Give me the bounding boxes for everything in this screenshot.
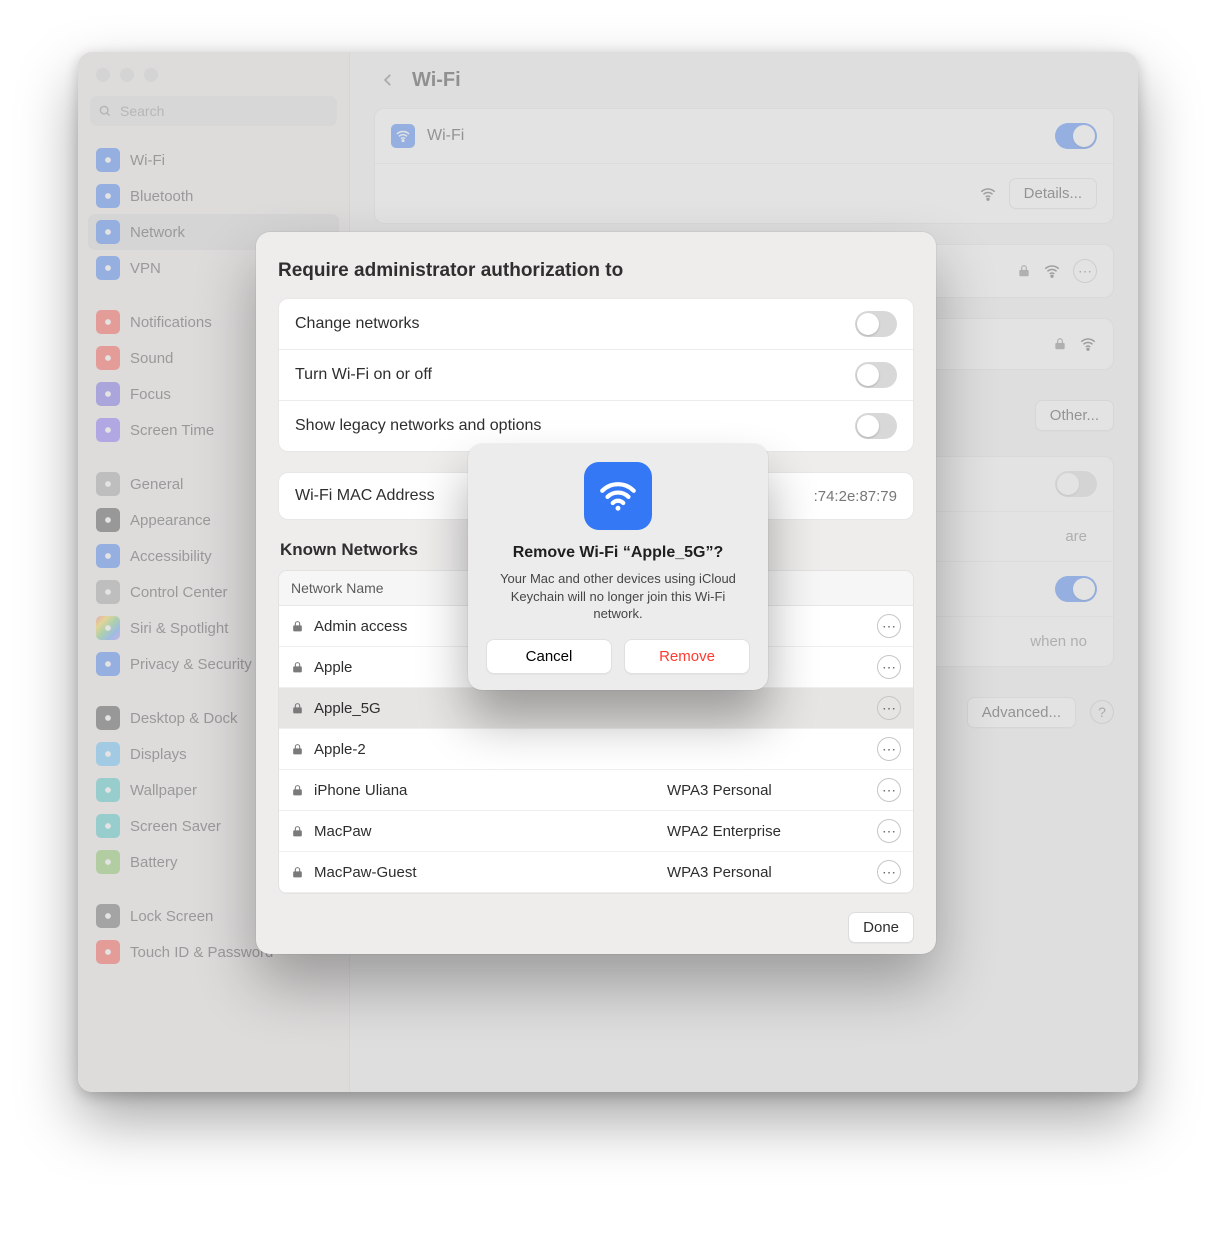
table-row[interactable]: Apple-2 ⋯ [279,729,913,770]
toggle-legacy[interactable] [855,413,897,439]
cell-security: WPA3 Personal [655,774,865,807]
remove-network-dialog: Remove Wi-Fi “Apple_5G”? Your Mac and ot… [468,444,768,690]
row-options-button[interactable]: ⋯ [877,778,901,802]
sheet-title: Require administrator authorization to [278,260,914,282]
col-options [865,571,913,605]
row-label: Change networks [295,315,420,333]
system-settings-window: Search Wi-FiBluetoothNetworkVPNNotificat… [78,52,1138,1092]
cell-name: MacPaw-Guest [279,856,655,889]
cancel-button[interactable]: Cancel [486,639,612,674]
row-options-button[interactable]: ⋯ [877,860,901,884]
done-button[interactable]: Done [848,912,914,943]
mac-value: :74:2e:87:79 [814,488,897,505]
row-options-button[interactable]: ⋯ [877,819,901,843]
cell-security [655,741,865,757]
table-row[interactable]: MacPawWPA2 Enterprise ⋯ [279,811,913,852]
toggle-wifi-onoff[interactable] [855,362,897,388]
cell-name: iPhone Uliana [279,774,655,807]
cell-name: MacPaw [279,815,655,848]
alert-body: Your Mac and other devices using iCloud … [486,570,750,623]
cell-options: ⋯ [865,606,913,646]
cell-name: Apple-2 [279,733,655,766]
row-options-button[interactable]: ⋯ [877,737,901,761]
cell-options: ⋯ [865,647,913,687]
cell-options: ⋯ [865,688,913,728]
row-options-button[interactable]: ⋯ [877,655,901,679]
row-label: Turn Wi-Fi on or off [295,366,432,384]
toggle-change-networks[interactable] [855,311,897,337]
table-row[interactable]: Apple_5G ⋯ [279,688,913,729]
row-options-button[interactable]: ⋯ [877,614,901,638]
known-networks-heading: Known Networks [280,540,418,560]
cell-options: ⋯ [865,770,913,810]
cell-security [655,700,865,716]
table-row[interactable]: iPhone UlianaWPA3 Personal ⋯ [279,770,913,811]
row-label: Show legacy networks and options [295,417,541,435]
cell-security: WPA3 Personal [655,856,865,889]
row-options-button[interactable]: ⋯ [877,696,901,720]
remove-button[interactable]: Remove [624,639,750,674]
mac-label: Wi-Fi MAC Address [295,487,435,505]
cell-options: ⋯ [865,729,913,769]
table-row[interactable]: MacPaw-GuestWPA3 Personal ⋯ [279,852,913,893]
cell-options: ⋯ [865,811,913,851]
alert-title: Remove Wi-Fi “Apple_5G”? [513,544,724,562]
cell-name: Apple_5G [279,692,655,725]
admin-auth-card: Change networks Turn Wi-Fi on or off Sho… [278,298,914,452]
cell-security: WPA2 Enterprise [655,815,865,848]
cell-options: ⋯ [865,852,913,892]
wifi-app-icon [584,462,652,530]
